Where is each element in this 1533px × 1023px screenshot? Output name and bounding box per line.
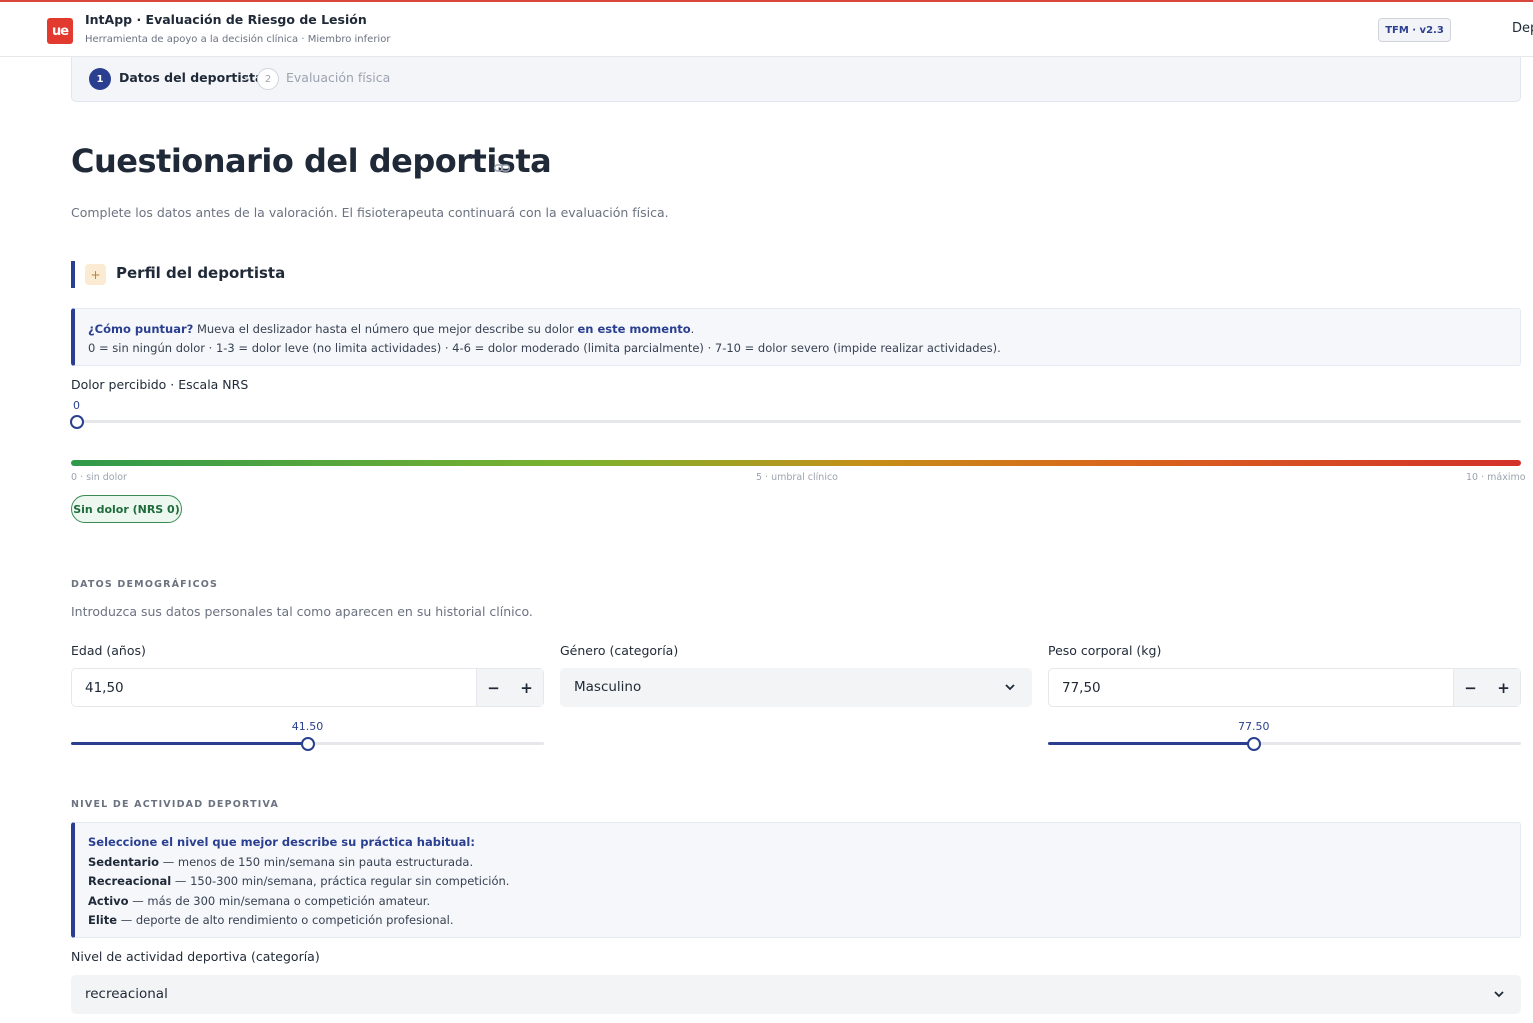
deploy-button[interactable]: Dep [1512, 21, 1533, 36]
activity-help-box: Seleccione el nivel que mejor describe s… [71, 822, 1521, 938]
nrs-label: Dolor percibido · Escala NRS [71, 377, 249, 392]
nrs-help-box: ¿Cómo puntuar? Mueva el deslizador hasta… [71, 308, 1521, 366]
activity-level-item: Activo — más de 300 min/semana o competi… [88, 893, 431, 908]
nrs-help-line2: 0 = sin ningún dolor · 1-3 = dolor leve … [88, 341, 1001, 355]
progress-stepper: 1 Datos del deportista 2 Evaluación físi… [71, 57, 1521, 102]
scale-label-min: 0 · sin dolor [71, 472, 127, 483]
chevron-down-icon [1005, 684, 1015, 691]
top-header: ue IntApp · Evaluación de Riesgo de Lesi… [0, 0, 1533, 57]
nrs-slider-track[interactable] [71, 420, 1521, 423]
activity-select-label: Nivel de actividad deportiva (categoría) [71, 949, 320, 964]
gender-label: Género (categoría) [560, 643, 679, 658]
link-icon[interactable] [493, 160, 511, 176]
activity-level-item: Recreacional — 150-300 min/semana, práct… [88, 874, 510, 888]
age-value[interactable]: 41,50 [85, 680, 124, 696]
activity-level-item: Sedentario — menos de 150 min/semana sin… [88, 854, 474, 869]
weight-value[interactable]: 77,50 [1062, 680, 1101, 696]
app-title: IntApp · Evaluación de Riesgo de Lesión [85, 12, 367, 27]
demographics-description: Introduzca sus datos personales tal como… [71, 604, 533, 619]
app-subtitle: Herramienta de apoyo a la decisión clíni… [85, 34, 391, 45]
step-2-number: 2 [257, 68, 279, 90]
age-slider-thumb[interactable] [300, 737, 315, 751]
version-badge: TFM · v2.3 [1378, 18, 1451, 42]
activity-select[interactable]: recreacional [71, 975, 1521, 1014]
weight-slider-value: 77.50 [1238, 720, 1270, 733]
chevron-down-icon [1494, 991, 1504, 998]
scale-label-max: 10 · máximo [1466, 472, 1526, 483]
weight-stepper: − + [1453, 669, 1520, 706]
weight-input[interactable]: 77,50 − + [1048, 668, 1521, 707]
weight-slider-fill [1048, 742, 1254, 745]
age-stepper: − + [476, 669, 543, 706]
activity-help-title: Seleccione el nivel que mejor describe s… [88, 835, 475, 849]
age-input[interactable]: 41,50 − + [71, 668, 544, 707]
activity-level-item: Elite — deporte de alto rendimiento o co… [88, 913, 454, 927]
page-title: Cuestionario del deportista [71, 142, 552, 180]
weight-increment-button[interactable]: + [1487, 669, 1520, 706]
nrs-slider-thumb[interactable] [70, 415, 84, 429]
age-increment-button[interactable]: + [510, 669, 543, 706]
gender-select[interactable]: Masculino [560, 668, 1032, 707]
demographics-heading: DATOS DEMOGRÁFICOS [71, 579, 219, 590]
age-slider-value: 41.50 [291, 720, 324, 733]
ue-logo: ue [47, 18, 73, 44]
pain-status-badge: Sin dolor (NRS 0) [71, 495, 182, 523]
activity-value: recreacional [85, 986, 168, 1002]
page-description: Complete los datos antes de la valoració… [71, 205, 669, 220]
nrs-slider-value: 0 [73, 399, 80, 412]
section-title: Perfil del deportista [116, 264, 286, 282]
weight-decrement-button[interactable]: − [1454, 669, 1487, 706]
plus-icon: + [85, 264, 106, 285]
step-2-label[interactable]: Evaluación física [286, 70, 390, 85]
pain-scale-gradient [71, 460, 1521, 466]
activity-heading: NIVEL DE ACTIVIDAD DEPORTIVA [71, 799, 280, 810]
step-1-number: 1 [89, 68, 111, 90]
weight-label: Peso corporal (kg) [1048, 643, 1162, 658]
step-1-label[interactable]: Datos del deportista [119, 70, 263, 85]
scale-label-mid: 5 · umbral clínico [756, 472, 838, 483]
age-label: Edad (años) [71, 643, 146, 658]
step-separator [245, 77, 248, 80]
gender-value: Masculino [574, 679, 642, 695]
age-slider-fill [71, 742, 308, 745]
weight-slider-thumb[interactable] [1246, 737, 1261, 751]
nrs-help-line1: ¿Cómo puntuar? Mueva el deslizador hasta… [88, 322, 695, 336]
section-accent-bar [71, 261, 75, 288]
age-decrement-button[interactable]: − [477, 669, 510, 706]
